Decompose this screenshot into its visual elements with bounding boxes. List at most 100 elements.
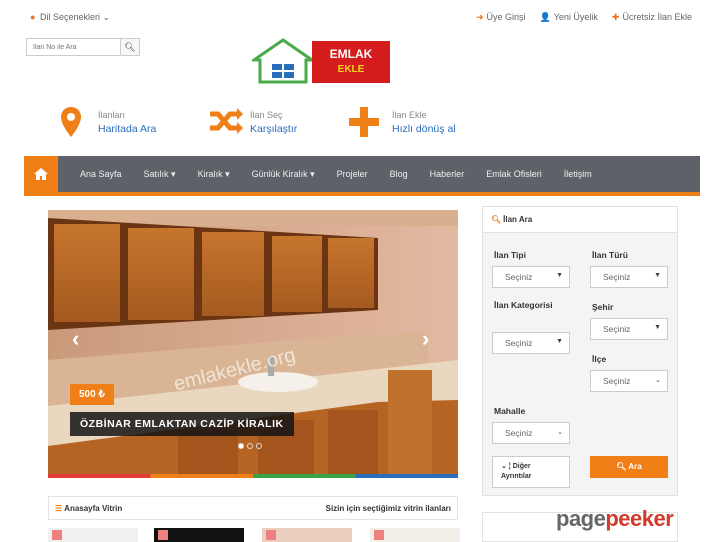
city-label: Şehir [592, 302, 614, 312]
showcase-thumbnail[interactable] [48, 528, 138, 542]
listing-kind-value: Seçiniz [603, 272, 631, 282]
slider-dot[interactable] [247, 443, 253, 449]
nav-home[interactable]: Ana Sayfa [80, 169, 122, 180]
listing-type-label: İlan Tipi [494, 250, 526, 260]
home-button[interactable] [24, 156, 58, 192]
chevron-down-icon: ⌄ ¦ [501, 463, 511, 470]
category-select[interactable]: Seçiniz ▼ [492, 332, 570, 354]
login-link[interactable]: ➜ Üye Girişi [476, 12, 526, 23]
listing-type-value: Seçiniz [505, 272, 533, 282]
caret-down-icon: ▼ [556, 338, 563, 345]
map-search-feature[interactable]: İlanları Haritada Ara [60, 106, 190, 142]
showcase-title: Anasayfa Vitrin [64, 504, 123, 513]
other-details-line2: Ayrıntılar [501, 473, 532, 480]
city-select[interactable]: Seçiniz ▼ [590, 318, 668, 340]
login-label: Üye Girişi [486, 12, 526, 22]
list-icon: ☰ [55, 504, 63, 513]
slide-image: emlakekle.org [48, 210, 458, 476]
other-details-button[interactable]: ⌄ ¦ Diğer Ayrıntılar [492, 456, 570, 488]
slider-dots [238, 443, 262, 449]
site-logo[interactable]: EMLAK EKLE [252, 38, 390, 84]
showcase-header: ☰ Anasayfa Vitrin Sizin için seçtiğimiz v… [48, 496, 458, 520]
search-icon: 🔍︎ [124, 42, 136, 52]
watermark-part1: page [556, 506, 606, 531]
chevron-down-icon: ⌄ [655, 377, 661, 384]
chevron-left-icon[interactable]: ‹ [72, 326, 79, 352]
slider-color-bar [48, 474, 458, 478]
city-value: Seçiniz [603, 324, 631, 334]
search-panel-header: 🔍︎ İlan Ara [483, 207, 677, 233]
user-icon: 👤 [539, 12, 551, 22]
neighborhood-value: Seçiniz [505, 428, 533, 438]
house-logo-icon [252, 38, 314, 84]
nav-projects[interactable]: Projeler [337, 169, 368, 180]
listing-type-select[interactable]: Seçiniz ▼ [492, 266, 570, 288]
showcase-thumbnail[interactable] [154, 528, 244, 542]
watermark-part2: peeker [605, 506, 674, 531]
showcase-subtitle: Sizin için seçtiğimiz vitrin ilanları [325, 504, 451, 513]
map-pin-icon [61, 107, 81, 137]
nav-contact[interactable]: İletişim [564, 169, 592, 180]
slider-dot[interactable] [256, 443, 262, 449]
category-value: Seçiniz [505, 338, 533, 348]
district-value: Seçiniz [603, 376, 631, 386]
showcase-thumbnail[interactable] [262, 528, 352, 542]
shuffle-icon [210, 108, 243, 134]
search-icon: 🔍︎ [616, 462, 627, 471]
nav-daily-rent[interactable]: Günlük Kiralık ▾ [252, 169, 315, 180]
showcase-thumbnail[interactable] [370, 528, 460, 542]
map-search-line2: Haritada Ara [98, 123, 157, 135]
listing-search: 🔍︎ [26, 38, 140, 56]
search-submit-label: Ara [628, 462, 642, 471]
register-link[interactable]: 👤 Yeni Üyelik [540, 12, 598, 23]
listing-caption[interactable]: ÖZBİNAR EMLAKTAN CAZİP KİRALIK [70, 412, 294, 436]
globe-icon: ● [30, 12, 36, 22]
shuffle-icon[interactable] [52, 530, 62, 540]
language-label: Dil Seçenekleri [39, 12, 100, 22]
chevron-down-icon: ⌄ [557, 429, 563, 436]
search-submit-button[interactable]: 🔍︎ Ara [590, 456, 668, 478]
compare-feature[interactable]: İlan Seç Karşılaştır [208, 106, 338, 142]
listing-slider[interactable]: emlakekle.org [48, 210, 458, 476]
caret-down-icon: ▼ [556, 272, 563, 279]
slider-dot[interactable] [238, 443, 244, 449]
other-details-line1: Diğer [512, 463, 531, 470]
add-listing-line2: Hızlı dönüş al [392, 123, 456, 135]
listing-kind-select[interactable]: Seçiniz ▼ [590, 266, 668, 288]
language-selector[interactable]: ● Dil Seçenekleri ⌄ [30, 12, 110, 23]
pagepeeker-watermark: pagepeeker [556, 506, 674, 532]
compare-line1: İlan Seç [250, 110, 283, 120]
free-listing-link[interactable]: ✚ Ücretsiz İlan Ekle [612, 12, 692, 23]
compare-line2: Karşılaştır [250, 123, 298, 135]
search-button[interactable]: 🔍︎ [121, 39, 139, 55]
nav-blog[interactable]: Blog [390, 169, 408, 180]
district-label: İlçe [592, 354, 607, 364]
shuffle-icon[interactable] [158, 530, 168, 540]
plus-icon [349, 107, 379, 137]
nav-offices[interactable]: Emlak Ofisleri [486, 169, 542, 180]
shuffle-icon[interactable] [266, 530, 276, 540]
nav-for-rent[interactable]: Kiralık ▾ [198, 169, 230, 180]
search-panel-title: İlan Ara [503, 215, 533, 224]
shuffle-icon[interactable] [374, 530, 384, 540]
add-listing-line1: İlan Ekle [392, 110, 427, 120]
free-listing-label: Ücretsiz İlan Ekle [622, 12, 692, 22]
neighborhood-label: Mahalle [494, 406, 526, 416]
listing-number-input[interactable] [27, 39, 121, 55]
caret-down-icon: ▼ [654, 324, 661, 331]
chevron-right-icon[interactable]: › [422, 326, 429, 352]
nav-for-sale[interactable]: Satılık ▾ [144, 169, 176, 180]
plus-icon: ✚ [611, 12, 620, 22]
district-select[interactable]: Seçiniz ⌄ [590, 370, 668, 392]
logo-line2: EKLE [337, 64, 365, 75]
category-label: İlan Kategorisi [494, 300, 553, 310]
map-search-line1: İlanları [98, 110, 126, 120]
add-listing-feature[interactable]: İlan Ekle Hızlı dönüş al [348, 106, 478, 142]
nav-news[interactable]: Haberler [430, 169, 465, 180]
neighborhood-select[interactable]: Seçiniz ⌄ [492, 422, 570, 444]
listing-kind-label: İlan Türü [592, 250, 628, 260]
listing-price: 500 ₺ [70, 384, 114, 405]
register-label: Yeni Üyelik [553, 12, 598, 22]
logo-text: EMLAK EKLE [312, 41, 390, 83]
home-icon [34, 168, 48, 180]
